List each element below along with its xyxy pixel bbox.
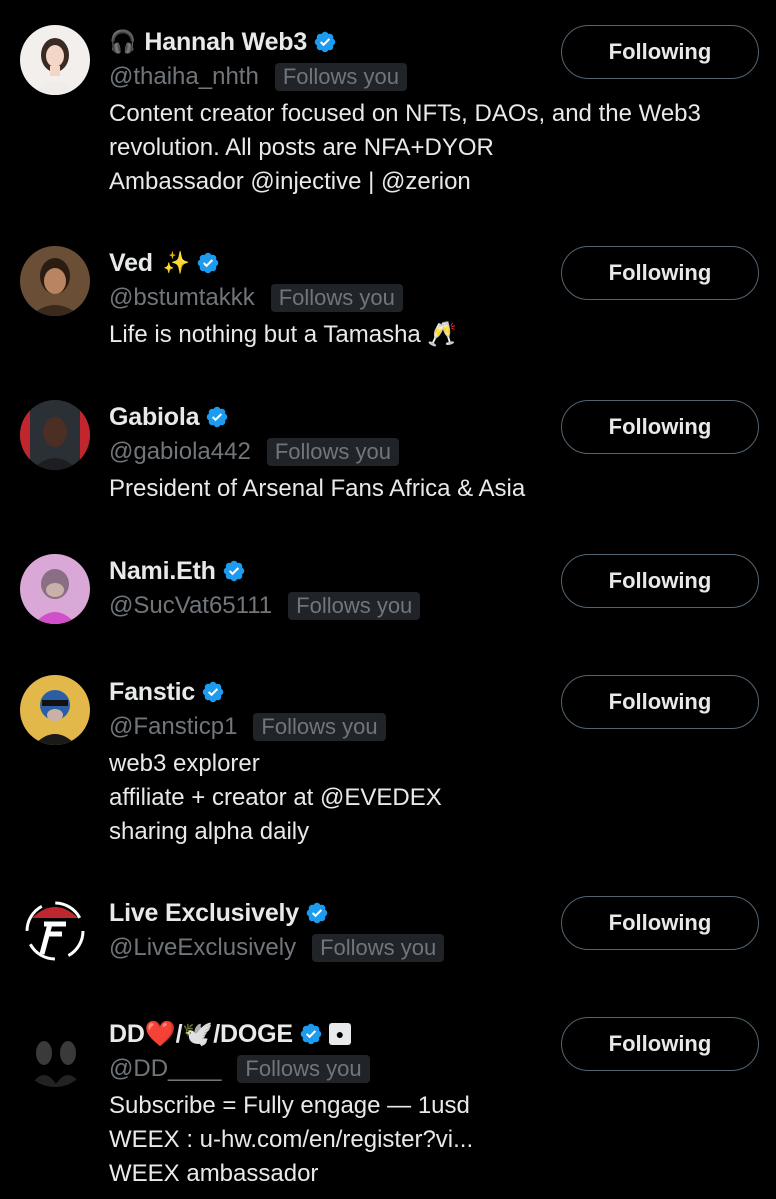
display-name[interactable]: Gabiola — [109, 403, 199, 432]
follows-you-badge: Follows you — [288, 592, 421, 620]
verified-icon — [198, 252, 219, 274]
bio-line: President of Arsenal Fans Africa & Asia — [109, 475, 526, 502]
bio-line: sharing alpha daily — [109, 818, 310, 845]
following-button[interactable]: Following — [561, 554, 759, 608]
user-handle: @Fansticp1 — [109, 713, 238, 740]
user-bio: Life is nothing but a Tamasha 🥂 — [109, 318, 549, 352]
user-info: Nami.Eth @SucVat65111 Follows you — [109, 554, 549, 623]
avatar[interactable] — [20, 400, 90, 470]
bio-line: Life is nothing but a Tamasha 🥂 — [109, 321, 458, 348]
bio-line: WEEX ambassador — [109, 1160, 319, 1187]
bio-line: web3 explorer — [109, 750, 260, 777]
display-name[interactable]: Nami.Eth — [109, 557, 216, 586]
bio-line: Content creator focused on NFTs, DAOs, a… — [109, 100, 701, 127]
user-info: DD❤️/🕊️/DOGE ● @DD____ Follows you Subsc… — [109, 1017, 549, 1191]
follows-you-badge: Follows you — [253, 713, 386, 741]
user-handle: @bstumtakkk — [109, 284, 255, 311]
headphone-emoji: 🎧 — [109, 29, 137, 55]
user-handle: @LiveExclusively — [109, 934, 297, 961]
follows-you-badge: Follows you — [274, 63, 407, 91]
verified-icon — [207, 406, 228, 428]
display-name[interactable]: DD❤️/🕊️/DOGE — [109, 1020, 293, 1049]
follows-you-badge: Follows you — [270, 284, 403, 312]
avatar[interactable] — [20, 675, 90, 745]
bio-line: WEEX : u-hw.com/en/register?vi... — [109, 1126, 474, 1153]
display-name[interactable]: Fanstic — [109, 678, 195, 707]
follows-you-badge: Follows you — [312, 934, 445, 962]
user-bio: Subscribe = Fully engage — 1usd WEEX : u… — [109, 1089, 549, 1191]
following-button[interactable]: Following — [561, 400, 759, 454]
bio-line: Subscribe = Fully engage — 1usd — [109, 1092, 470, 1119]
follows-you-badge: Follows you — [266, 438, 399, 466]
bio-line: Ambassador @injective | @zerion — [109, 168, 471, 195]
sparkles-emoji: ✨ — [162, 250, 191, 276]
user-info: Live Exclusively @LiveExclusively Follow… — [109, 896, 549, 965]
user-bio: Content creator focused on NFTs, DAOs, a… — [109, 97, 701, 199]
display-name[interactable]: Ved — [109, 249, 153, 278]
user-handle: @SucVat65111 — [109, 592, 273, 619]
avatar[interactable] — [20, 1017, 90, 1087]
avatar[interactable] — [20, 25, 90, 95]
user-info: Fanstic @Fansticp1 Follows you web3 expl… — [109, 675, 549, 849]
user-handle: @DD____ — [109, 1055, 222, 1082]
verified-icon — [223, 560, 244, 582]
avatar[interactable] — [20, 246, 90, 316]
user-bio: web3 explorer affiliate + creator at @EV… — [109, 747, 549, 849]
following-button[interactable]: Following — [561, 246, 759, 300]
verified-icon — [314, 31, 336, 53]
avatar[interactable] — [20, 896, 90, 966]
user-info: Gabiola @gabiola442 Follows you Presiden… — [109, 400, 549, 506]
verified-icon — [306, 902, 328, 924]
bio-line: revolution. All posts are NFA+DYOR — [109, 134, 494, 161]
user-info: Ved ✨ @bstumtakkk Follows you Life is no… — [109, 246, 549, 352]
display-name[interactable]: Live Exclusively — [109, 899, 299, 928]
user-bio: President of Arsenal Fans Africa & Asia — [109, 472, 549, 506]
display-name[interactable]: Hannah Web3 — [144, 28, 307, 57]
verified-icon — [202, 681, 224, 703]
bio-line: affiliate + creator at @EVEDEX — [109, 784, 442, 811]
following-button[interactable]: Following — [561, 675, 759, 729]
follows-you-badge: Follows you — [237, 1055, 370, 1083]
following-button[interactable]: Following — [561, 25, 759, 79]
verified-icon — [300, 1023, 322, 1045]
user-handle: @gabiola442 — [109, 438, 251, 465]
following-button[interactable]: Following — [561, 896, 759, 950]
user-handle: @thaiha_nhth — [109, 63, 259, 90]
avatar[interactable] — [20, 554, 90, 624]
user-info: 🎧 Hannah Web3 @thaiha_nhth Follows you C… — [109, 25, 701, 199]
following-button[interactable]: Following — [561, 1017, 759, 1071]
affiliate-badge-icon: ● — [328, 1023, 351, 1045]
